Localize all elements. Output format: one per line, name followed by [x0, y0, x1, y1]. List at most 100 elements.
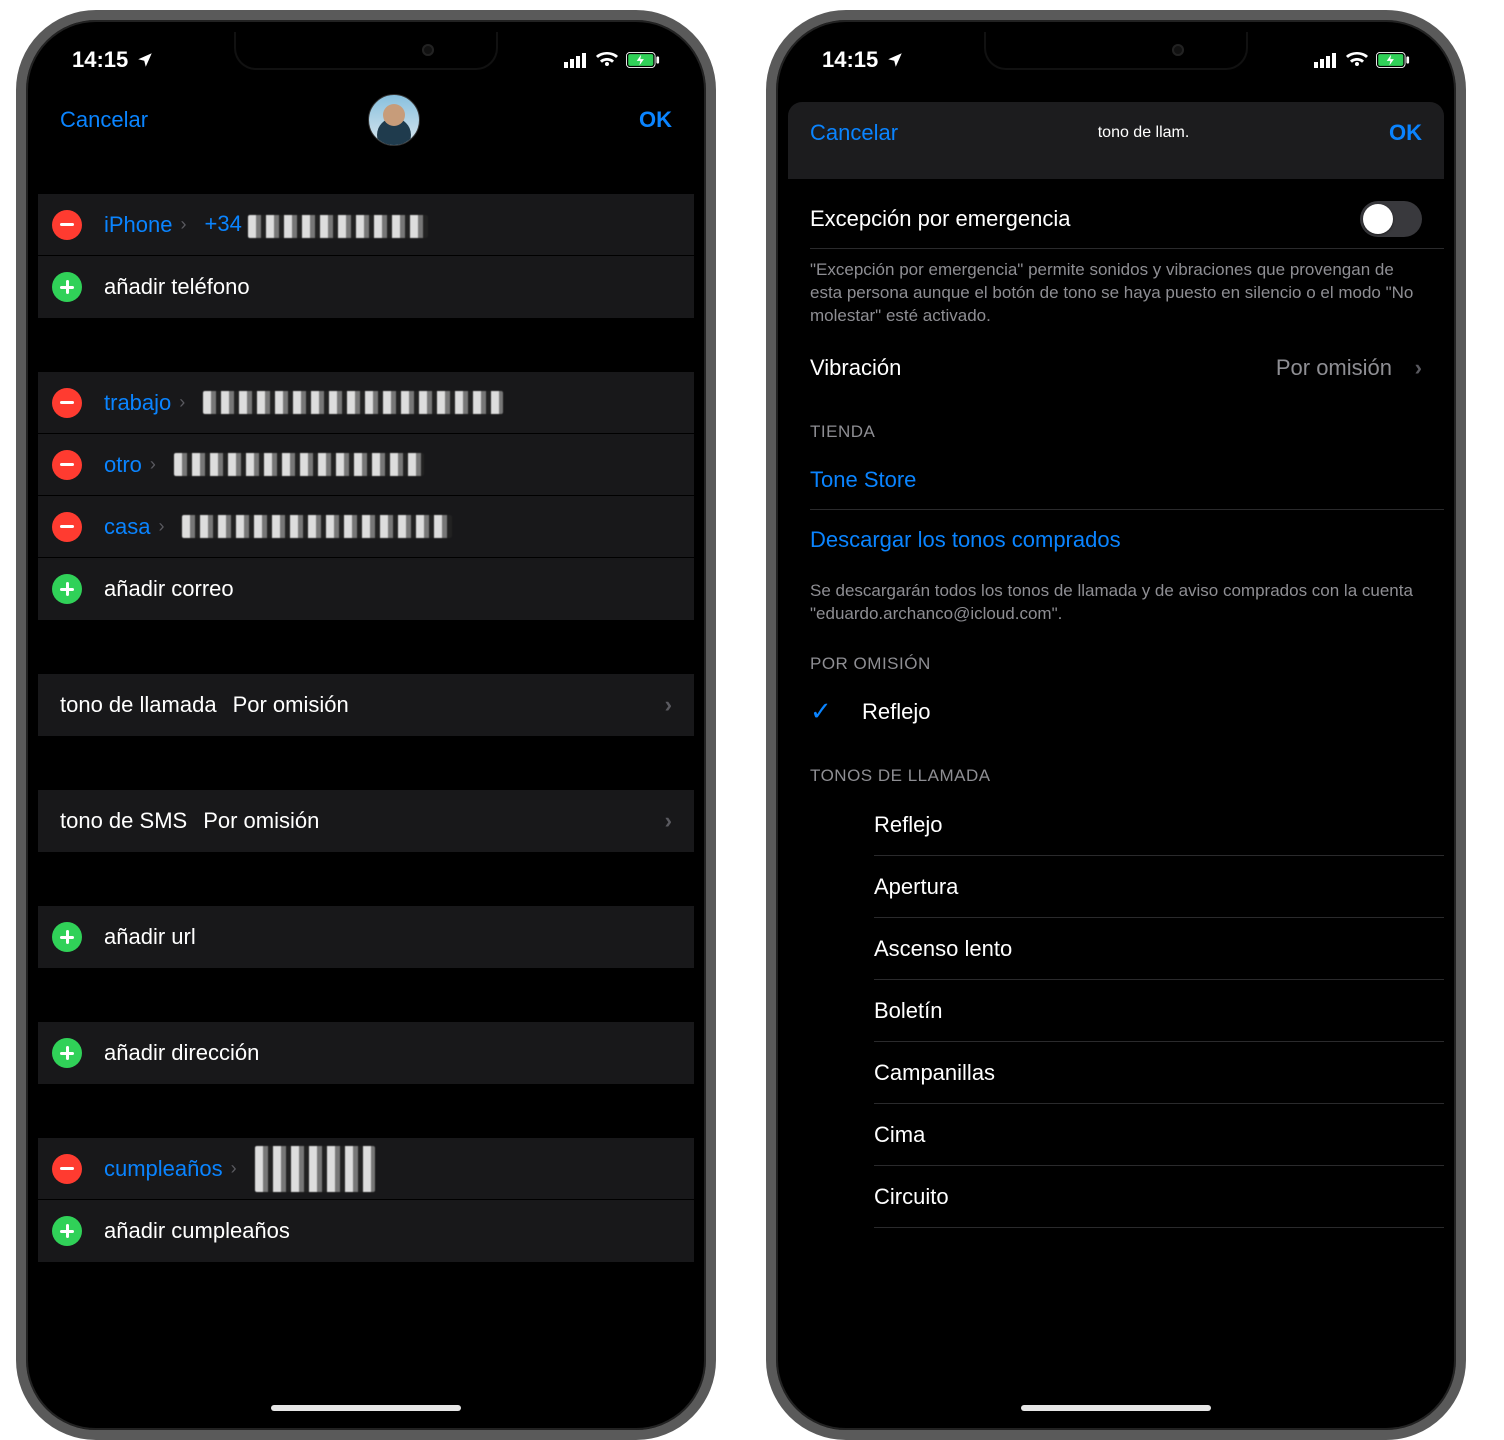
- ok-button[interactable]: OK: [639, 107, 672, 133]
- edit-contact-navbar: Cancelar OK: [38, 88, 694, 158]
- delete-icon[interactable]: [52, 210, 82, 240]
- ringtone-option-label: Boletín: [874, 998, 943, 1024]
- email-type-selector[interactable]: otro: [104, 452, 142, 478]
- sheet-navbar: Cancelar tono de llam. OK: [788, 102, 1444, 160]
- emergency-bypass-row[interactable]: Excepción por emergencia: [788, 189, 1444, 249]
- ringtone-option[interactable]: Campanillas: [788, 1042, 1444, 1104]
- delete-icon[interactable]: [52, 512, 82, 542]
- status-time: 14:15: [72, 47, 128, 73]
- email-row-trabajo[interactable]: trabajo › xxxxxxxxxxxxxxxxxx: [38, 372, 694, 434]
- cancel-button[interactable]: Cancelar: [810, 120, 898, 146]
- ringtone-option[interactable]: Circuito: [788, 1166, 1444, 1228]
- birthday-row[interactable]: cumpleaños › xx xxx xxxx: [38, 1138, 694, 1200]
- phone-type-selector[interactable]: iPhone: [104, 212, 173, 238]
- status-time: 14:15: [822, 47, 878, 73]
- location-icon: [886, 51, 904, 69]
- ringtone-option[interactable]: Boletín: [788, 980, 1444, 1042]
- add-phone-row[interactable]: añadir teléfono: [38, 256, 694, 318]
- delete-icon[interactable]: [52, 1154, 82, 1184]
- chevron-right-icon: ›: [231, 1158, 237, 1179]
- emergency-label: Excepción por emergencia: [810, 206, 1070, 232]
- email-type-label: otro: [104, 452, 142, 478]
- add-email-label: añadir correo: [104, 576, 234, 602]
- ringtone-row[interactable]: tono de llamada Por omisión ›: [38, 674, 694, 736]
- ringtone-option-label: Ascenso lento: [874, 936, 1012, 962]
- birthday-value[interactable]: xx xxx xxxx: [255, 1146, 375, 1192]
- ringtone-group: tono de llamada Por omisión ›: [38, 674, 694, 736]
- ringtone-option-label: Apertura: [874, 874, 958, 900]
- cellular-icon: [564, 52, 588, 68]
- add-phone-label: añadir teléfono: [104, 274, 250, 300]
- ringtone-option[interactable]: Ascenso lento: [788, 918, 1444, 980]
- add-birthday-label: añadir cumpleaños: [104, 1218, 290, 1244]
- default-tone-row[interactable]: ✓ Reflejo: [788, 682, 1444, 742]
- sms-value: Por omisión: [203, 808, 319, 834]
- add-icon[interactable]: [52, 1216, 82, 1246]
- download-footer: Se descargarán todos los tonos de llamad…: [788, 570, 1444, 630]
- phone-type-label: iPhone: [104, 212, 173, 238]
- email-type-selector[interactable]: casa: [104, 514, 150, 540]
- wifi-icon: [596, 52, 618, 68]
- ringtone-option-label: Circuito: [874, 1184, 949, 1210]
- email-type-selector[interactable]: trabajo: [104, 390, 171, 416]
- email-value[interactable]: xxxxxxxxxxxxxxxxxx: [203, 391, 503, 414]
- ringtone-option-label: Cima: [874, 1122, 925, 1148]
- store-header: TIENDA: [788, 398, 1444, 450]
- add-address-row[interactable]: añadir dirección: [38, 1022, 694, 1084]
- download-label: Descargar los tonos comprados: [810, 527, 1121, 553]
- chevron-right-icon: ›: [665, 692, 672, 718]
- email-row-casa[interactable]: casa › xxxxxxxxxxxxxxxx: [38, 496, 694, 558]
- email-row-otro[interactable]: otro › xxxxxxxxxxxxxx: [38, 434, 694, 496]
- contact-form[interactable]: iPhone › +34 XXXXXXXXXX añadir teléfono …: [38, 164, 694, 1418]
- ringtone-list: Reflejo Apertura Ascenso lento Boletín Campa…: [788, 794, 1444, 1228]
- email-type-label: trabajo: [104, 390, 171, 416]
- ringtone-sheet[interactable]: Cancelar tono de llam. OK Excepción por …: [788, 88, 1444, 1418]
- sms-group: tono de SMS Por omisión ›: [38, 790, 694, 852]
- home-indicator[interactable]: [271, 1405, 461, 1411]
- battery-charging-icon: [626, 51, 660, 69]
- wifi-icon: [1346, 52, 1368, 68]
- add-email-row[interactable]: añadir correo: [38, 558, 694, 620]
- tone-store-row[interactable]: Tone Store: [788, 450, 1444, 510]
- cancel-button[interactable]: Cancelar: [60, 107, 148, 133]
- chevron-right-icon: ›: [179, 392, 185, 413]
- phone-row[interactable]: iPhone › +34 XXXXXXXXXX: [38, 194, 694, 256]
- vibration-row[interactable]: Vibración Por omisión ›: [788, 338, 1444, 398]
- add-url-label: añadir url: [104, 924, 196, 950]
- url-group: añadir url: [38, 906, 694, 968]
- email-value[interactable]: xxxxxxxxxxxxxxxx: [182, 515, 452, 538]
- ringtone-option[interactable]: Apertura: [788, 856, 1444, 918]
- emergency-toggle[interactable]: [1360, 201, 1422, 237]
- email-value[interactable]: xxxxxxxxxxxxxx: [174, 453, 424, 476]
- add-icon[interactable]: [52, 574, 82, 604]
- email-group: trabajo › xxxxxxxxxxxxxxxxxx otro › xxxx…: [38, 372, 694, 620]
- default-header: POR OMISIÓN: [788, 630, 1444, 682]
- add-icon[interactable]: [52, 272, 82, 302]
- birthday-type-selector[interactable]: cumpleaños: [104, 1156, 223, 1182]
- ringtone-label: tono de llamada: [60, 692, 217, 718]
- email-type-label: casa: [104, 514, 150, 540]
- phone-number-value[interactable]: +34 XXXXXXXXXX: [205, 211, 428, 238]
- ok-button[interactable]: OK: [1389, 120, 1422, 146]
- chevron-right-icon: ›: [1415, 355, 1422, 381]
- add-url-row[interactable]: añadir url: [38, 906, 694, 968]
- notch: [234, 32, 498, 70]
- contact-avatar[interactable]: [368, 94, 420, 146]
- ringtone-option[interactable]: Reflejo: [788, 794, 1444, 856]
- ringtone-option[interactable]: Cima: [788, 1104, 1444, 1166]
- add-icon[interactable]: [52, 1038, 82, 1068]
- phone-group: iPhone › +34 XXXXXXXXXX añadir teléfono: [38, 194, 694, 318]
- add-icon[interactable]: [52, 922, 82, 952]
- delete-icon[interactable]: [52, 450, 82, 480]
- tone-store-label: Tone Store: [810, 467, 916, 493]
- delete-icon[interactable]: [52, 388, 82, 418]
- add-birthday-row[interactable]: añadir cumpleaños: [38, 1200, 694, 1262]
- download-purchased-row[interactable]: Descargar los tonos comprados: [788, 510, 1444, 570]
- sms-tone-row[interactable]: tono de SMS Por omisión ›: [38, 790, 694, 852]
- vibration-value: Por omisión: [1276, 355, 1392, 381]
- home-indicator[interactable]: [1021, 1405, 1211, 1411]
- chevron-right-icon: ›: [158, 516, 164, 537]
- default-tone-label: Reflejo: [862, 699, 930, 725]
- birthday-type-label: cumpleaños: [104, 1156, 223, 1182]
- chevron-right-icon: ›: [150, 454, 156, 475]
